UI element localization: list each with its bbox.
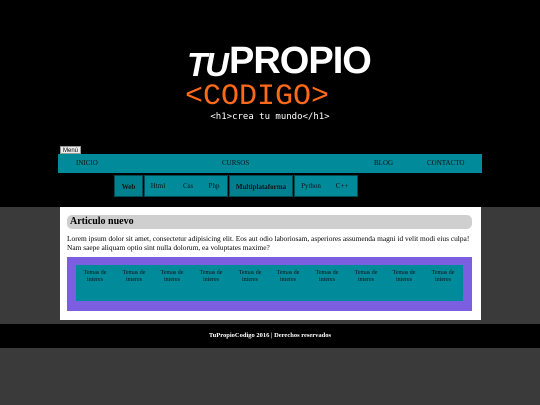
nav-item-cursos[interactable]: CURSOS	[222, 154, 249, 173]
menu-toggle-button[interactable]: Menú	[60, 146, 82, 154]
subnav-python[interactable]: Python	[298, 175, 324, 197]
subnav-css[interactable]: Css	[178, 175, 198, 197]
nav-item-inicio[interactable]: INICIO	[76, 154, 98, 173]
subnav-web[interactable]: Web	[114, 175, 143, 197]
site-logo[interactable]: TU PROPIO <CODIGO>	[185, 40, 372, 114]
article-text: Lorem ipsum dolor sit amet, consectetur …	[67, 234, 470, 252]
subnav-multiplataforma[interactable]: Multiplataforma	[229, 175, 293, 197]
logo-propio: PROPIO	[229, 40, 372, 82]
nav-item-blog[interactable]: BLOG	[374, 154, 393, 173]
subnav-php[interactable]: Php	[204, 175, 224, 197]
subnav-html[interactable]: Html	[148, 175, 168, 197]
footer: TuPropioCodigo 2016 | Derechos reservado…	[0, 324, 540, 348]
main-content: Articulo nuevo Lorem ipsum dolor sit ame…	[60, 207, 481, 320]
topic-item[interactable]: Temas de interes	[119, 270, 149, 284]
tagline: <h1>crea tu mundo</h1>	[210, 112, 330, 122]
subnav-cpp[interactable]: C++	[332, 175, 352, 197]
topic-item[interactable]: Temas de interes	[351, 270, 381, 284]
courses-subnav: Web Html Css Php Multiplataforma Python …	[114, 175, 358, 197]
topic-item[interactable]: Temas de interes	[196, 270, 226, 284]
article-title: Articulo nuevo	[70, 216, 134, 227]
article-title-bar: Articulo nuevo	[67, 215, 472, 229]
main-nav: INICIO CURSOS BLOG CONTACTO	[58, 154, 482, 173]
logo-codigo: <CODIGO>	[185, 80, 330, 114]
topic-item[interactable]: Temas de interes	[157, 270, 187, 284]
topics-container: Temas de interes Temas de interes Temas …	[67, 257, 472, 311]
topic-item[interactable]: Temas de interes	[428, 270, 458, 284]
topic-item[interactable]: Temas de interes	[389, 270, 419, 284]
topic-item[interactable]: Temas de interes	[235, 270, 265, 284]
topics-row: Temas de interes Temas de interes Temas …	[76, 265, 463, 301]
footer-text: TuPropioCodigo 2016 | Derechos reservado…	[208, 332, 332, 339]
topic-item[interactable]: Temas de interes	[80, 270, 110, 284]
topic-item[interactable]: Temas de interes	[312, 270, 342, 284]
nav-item-contacto[interactable]: CONTACTO	[427, 154, 464, 173]
topic-item[interactable]: Temas de interes	[273, 270, 303, 284]
logo-tu: TU	[187, 46, 229, 83]
